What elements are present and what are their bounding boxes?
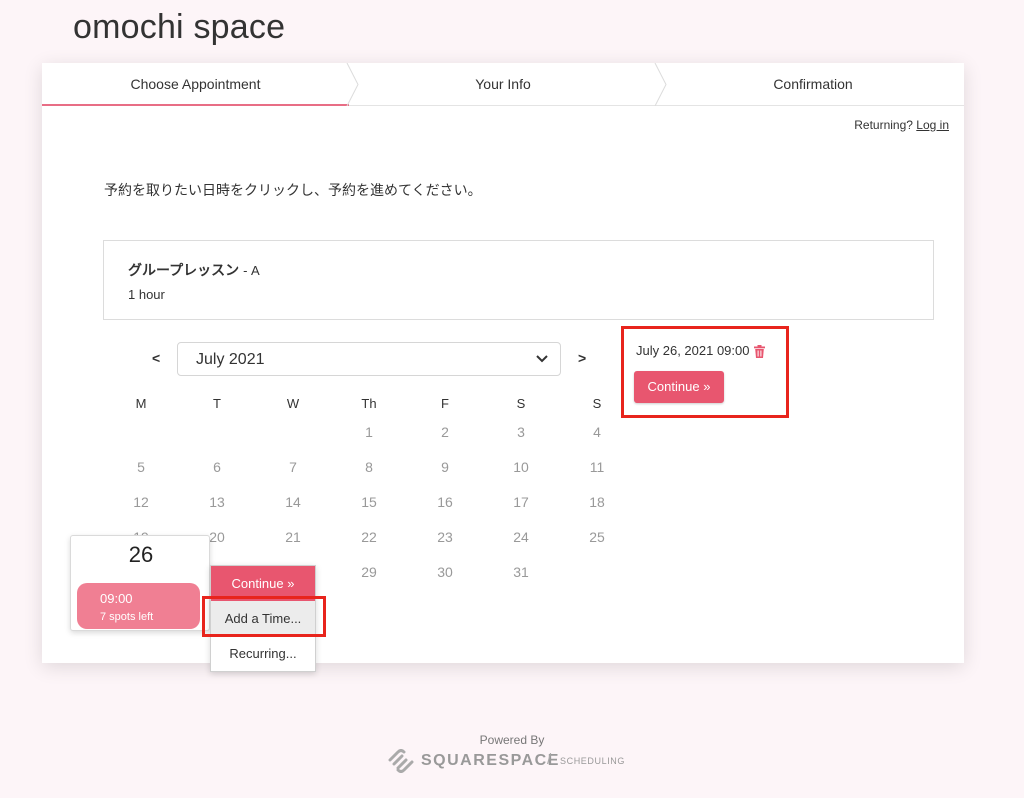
- selected-datetime: July 26, 2021 09:00: [636, 343, 750, 358]
- calendar-day: 11: [589, 459, 605, 475]
- calendar-day: 29: [361, 564, 377, 580]
- returning-login: Returning? Log in: [854, 118, 949, 132]
- calendar-day: 12: [133, 494, 149, 510]
- squarespace-logo-icon: [388, 749, 414, 773]
- appointment-suffix: - A: [243, 263, 260, 278]
- prev-month-button[interactable]: <: [152, 350, 160, 366]
- scheduler-card: Choose Appointment Your Info Confirmatio…: [42, 63, 964, 672]
- brand-separator: /: [547, 751, 552, 768]
- calendar-day: 31: [513, 564, 529, 580]
- time-slot-button[interactable]: 09:00 7 spots left: [77, 583, 200, 629]
- weekday-header: T: [213, 396, 221, 411]
- add-time-button[interactable]: Add a Time...: [211, 601, 315, 636]
- calendar-day: 15: [361, 494, 377, 510]
- weekday-header: W: [286, 396, 300, 411]
- chevron-down-icon: [536, 355, 548, 363]
- calendar-day: 2: [441, 424, 449, 440]
- recurring-button[interactable]: Recurring...: [211, 636, 315, 671]
- calendar-day: 23: [437, 529, 453, 545]
- popup-day-number: 26: [128, 542, 154, 567]
- day-slot-popup: 26 09:00 7 spots left: [70, 535, 210, 631]
- appointment-name-text: グループレッスン: [128, 262, 240, 278]
- weekday-header: Th: [361, 396, 377, 411]
- slot-time: 09:00: [100, 591, 133, 606]
- calendar-day: 6: [213, 459, 221, 475]
- calendar-day: 17: [513, 494, 529, 510]
- squarespace-brand: SQUARESPACE: [421, 752, 560, 769]
- weekday-header: S: [592, 396, 602, 411]
- menu-continue-button[interactable]: Continue »: [211, 566, 315, 601]
- step-your-info[interactable]: Your Info: [352, 63, 654, 106]
- weekday-header: M: [135, 396, 147, 411]
- calendar-day: 4: [593, 424, 601, 440]
- calendar-day: 8: [365, 459, 373, 475]
- appointment-name: グループレッスン - A: [128, 260, 260, 280]
- calendar-day: 18: [589, 494, 605, 510]
- calendar-day: 21: [285, 529, 301, 545]
- login-link[interactable]: Log in: [916, 118, 949, 132]
- month-select[interactable]: July 2021: [177, 342, 561, 376]
- step-choose-appointment[interactable]: Choose Appointment: [42, 63, 349, 106]
- weekday-header: S: [516, 396, 526, 411]
- continue-button[interactable]: Continue »: [634, 371, 724, 403]
- calendar-day: 13: [209, 494, 225, 510]
- appointment-type-card: グループレッスン - A 1 hour: [103, 240, 934, 320]
- appointment-duration: 1 hour: [128, 287, 165, 302]
- trash-icon[interactable]: [754, 345, 765, 358]
- calendar-day: 7: [289, 459, 297, 475]
- scheduling-label: SCHEDULING: [560, 756, 626, 766]
- powered-by-label: Powered By: [479, 733, 545, 747]
- calendar-day: 25: [589, 529, 605, 545]
- step-bar: Choose Appointment Your Info Confirmatio…: [42, 63, 964, 106]
- calendar-day: 3: [517, 424, 525, 440]
- calendar-day: 16: [437, 494, 453, 510]
- month-select-value: July 2021: [196, 351, 265, 368]
- calendar-day: 9: [441, 459, 449, 475]
- calendar-day: 24: [513, 529, 529, 545]
- calendar-day: 14: [285, 494, 301, 510]
- calendar-day: 1: [365, 424, 373, 440]
- site-title: omochi space: [73, 8, 286, 46]
- instruction-text: 予約を取りたい日時をクリックし、予約を進めてください。: [104, 182, 482, 198]
- returning-label: Returning?: [854, 118, 913, 132]
- slot-spots: 7 spots left: [100, 611, 154, 623]
- next-month-button[interactable]: >: [578, 350, 586, 366]
- calendar-day: 10: [513, 459, 529, 475]
- calendar-day: 22: [361, 529, 377, 545]
- weekday-header: F: [441, 396, 449, 411]
- step-confirmation[interactable]: Confirmation: [662, 63, 964, 106]
- calendar-day: 5: [137, 459, 145, 475]
- calendar-day: 30: [437, 564, 453, 580]
- slot-action-menu: Continue » Add a Time... Recurring...: [210, 565, 316, 672]
